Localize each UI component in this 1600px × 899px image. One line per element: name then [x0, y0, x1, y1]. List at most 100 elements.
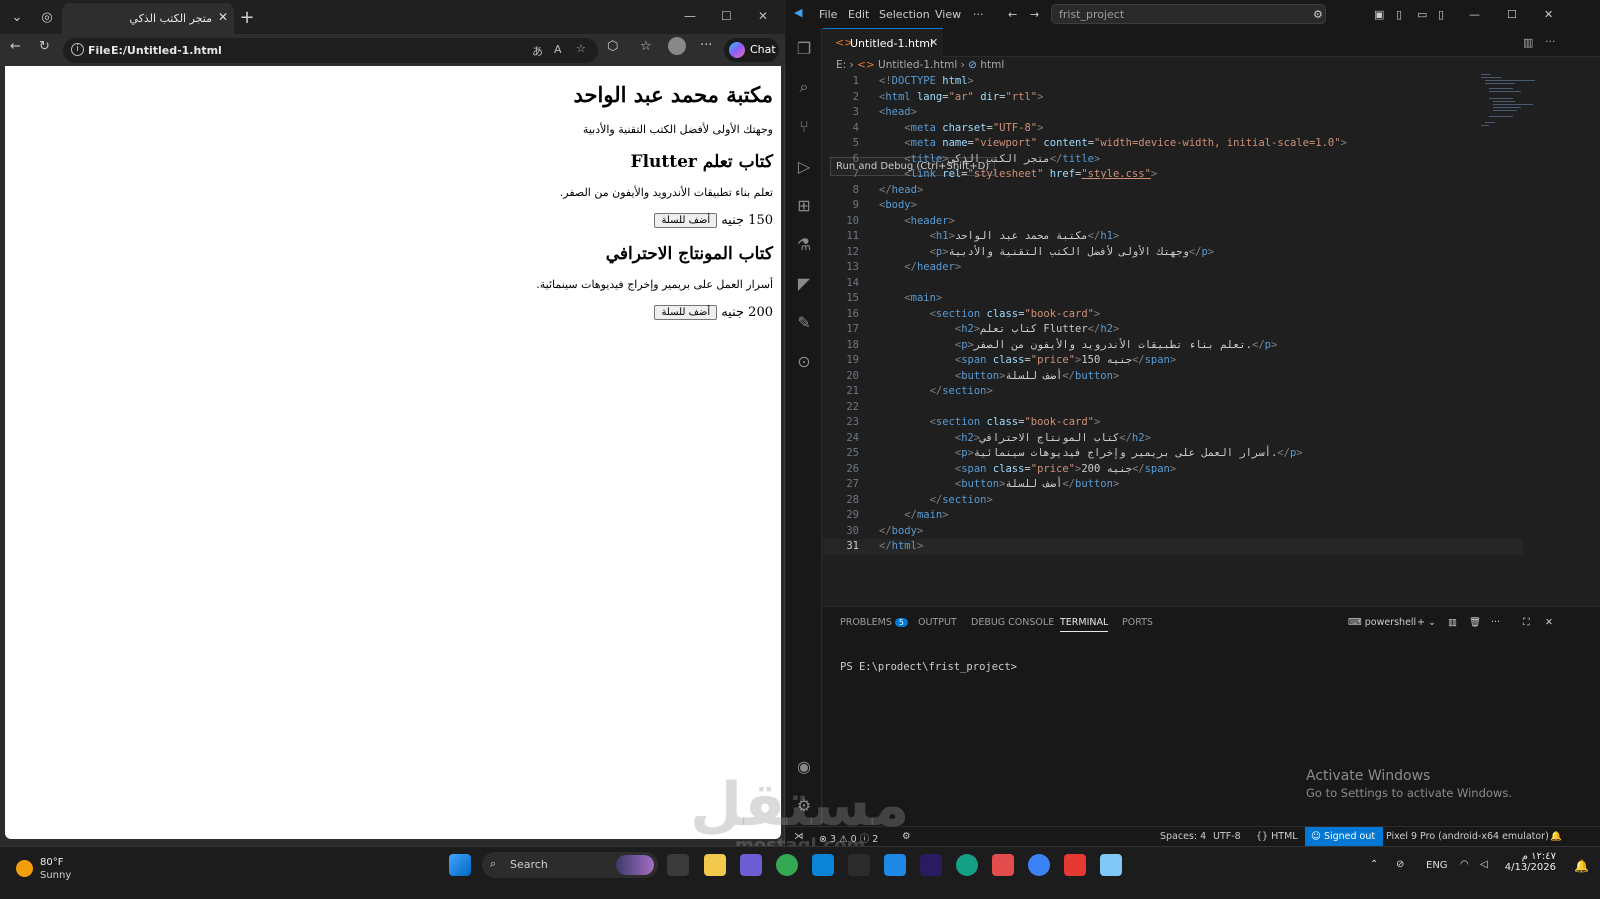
terminal-prompt[interactable]: PS E:\prodect\frist_project>: [840, 661, 1017, 673]
editor-more-icon[interactable]: ···: [1545, 35, 1556, 48]
encoding-status[interactable]: UTF-8: [1213, 831, 1241, 842]
split-editor-icon[interactable]: ▥: [1523, 36, 1533, 49]
chrome-icon[interactable]: [776, 854, 798, 876]
signed-out-status[interactable]: ☺ Signed out: [1305, 827, 1383, 846]
browser-tab-active[interactable]: متجر الكتب الذكي ✕: [62, 3, 234, 34]
testing-flask-icon[interactable]: ⚗: [794, 234, 814, 254]
search-icon[interactable]: ⌕: [794, 77, 814, 97]
notification-icon[interactable]: 🔔: [1574, 859, 1589, 873]
panel-tab-problems[interactable]: PROBLEMS 5: [840, 617, 908, 628]
nav-forward-icon[interactable]: →: [1030, 8, 1039, 21]
toggle-sidebar-icon[interactable]: ▯: [1396, 8, 1402, 21]
panel-tab-output[interactable]: OUTPUT: [918, 617, 957, 628]
breadcrumb-drive[interactable]: E:: [836, 59, 846, 71]
language-mode-status[interactable]: {} HTML: [1256, 831, 1298, 842]
favorites-icon[interactable]: ☆: [640, 39, 652, 54]
anydesk-icon[interactable]: [1064, 854, 1086, 876]
maximize-panel-icon[interactable]: ⛶: [1523, 617, 1530, 628]
vs-maximize-icon[interactable]: ☐: [1507, 8, 1517, 21]
vs-minimize-icon[interactable]: —: [1469, 8, 1480, 21]
menu-more[interactable]: ···: [973, 8, 984, 21]
explorer-icon[interactable]: ❐: [794, 38, 814, 58]
extensions-icon[interactable]: ⬡: [607, 39, 618, 54]
tray-chevron-icon[interactable]: ⌃: [1370, 859, 1378, 870]
task-view-icon[interactable]: [667, 854, 689, 876]
copilot-icon[interactable]: ⚙: [1313, 8, 1323, 21]
split-terminal-icon[interactable]: ▥: [1448, 617, 1457, 628]
toggle-panel-icon[interactable]: ▭: [1417, 8, 1427, 21]
toggle-secondary-sidebar-icon[interactable]: ▯: [1438, 8, 1444, 21]
minimize-icon[interactable]: —: [684, 9, 696, 23]
app-snip-icon[interactable]: [992, 854, 1014, 876]
android-emulator-icon[interactable]: [1100, 854, 1122, 876]
app-icon[interactable]: [740, 854, 762, 876]
menu-file[interactable]: File: [819, 8, 837, 21]
menu-edit[interactable]: Edit: [848, 8, 869, 21]
language-indicator[interactable]: ENG: [1426, 860, 1448, 871]
premiere-icon[interactable]: [920, 854, 942, 876]
store-icon[interactable]: [884, 854, 906, 876]
vscode-taskbar-icon[interactable]: [812, 854, 834, 876]
copilot-chat-button[interactable]: Chat: [724, 38, 779, 62]
taskbar-search[interactable]: ⌕ Search: [482, 852, 658, 878]
new-terminal-plus-icon[interactable]: + ⌄: [1417, 617, 1436, 628]
terminal-shell-selector[interactable]: ⌨ powershell: [1348, 617, 1416, 628]
file-explorer-icon[interactable]: [704, 854, 726, 876]
wifi-icon[interactable]: ◠: [1460, 859, 1469, 870]
refresh-icon[interactable]: ↻: [39, 39, 50, 54]
close-panel-icon[interactable]: ✕: [1545, 617, 1553, 628]
start-windows-icon[interactable]: [449, 854, 471, 876]
maximize-icon[interactable]: ☐: [721, 9, 732, 23]
tab-actions-chevron-icon[interactable]: ⌄: [6, 6, 28, 28]
kill-terminal-trash-icon[interactable]: 🗑: [1469, 617, 1481, 628]
nav-back-icon[interactable]: ←: [1008, 8, 1017, 21]
close-window-icon[interactable]: ✕: [758, 9, 768, 23]
breadcrumb-symbol[interactable]: html: [980, 59, 1004, 71]
taskbar-clock[interactable]: ١٢:٤٧ م 4/13/2026: [1500, 851, 1556, 873]
minimap[interactable]: [1481, 74, 1543, 134]
run-debug-icon[interactable]: ▷: [794, 156, 814, 176]
preview-eye-icon[interactable]: ⊙: [794, 351, 814, 371]
flutter-icon[interactable]: ◤: [794, 273, 814, 293]
more-menu-icon[interactable]: ···: [700, 38, 712, 53]
app-globe-icon[interactable]: [1028, 854, 1050, 876]
add-to-cart-button[interactable]: أضف للسلة: [654, 305, 718, 320]
book-price: 200 جنيه: [721, 305, 773, 320]
panel-more-icon[interactable]: ···: [1491, 617, 1500, 628]
command-center-search[interactable]: frist_project: [1051, 4, 1326, 24]
tab-close-icon[interactable]: ✕: [218, 10, 228, 24]
breadcrumb-file[interactable]: Untitled-1.html: [878, 59, 957, 71]
panel-tab-ports[interactable]: PORTS: [1122, 617, 1153, 628]
add-to-cart-button[interactable]: أضف للسلة: [654, 213, 718, 228]
device-status[interactable]: Pixel 9 Pro (android-x64 emulator): [1386, 831, 1549, 842]
sun-icon: [16, 860, 33, 877]
indentation-status[interactable]: Spaces: 4: [1160, 831, 1206, 842]
edge-icon[interactable]: [956, 854, 978, 876]
source-control-icon[interactable]: ⑂: [794, 116, 814, 136]
menu-selection[interactable]: Selection: [879, 8, 930, 21]
panel-tab-terminal[interactable]: TERMINAL: [1060, 617, 1109, 632]
workspaces-globe-icon[interactable]: ◎: [36, 6, 58, 28]
new-tab-plus-icon[interactable]: +: [236, 6, 258, 28]
editor-tab-untitled[interactable]: <> Untitled-1.html ✕: [823, 28, 943, 57]
read-aloud-icon[interactable]: A: [554, 43, 562, 56]
notifications-bell-icon[interactable]: 🔔: [1550, 831, 1562, 842]
network-off-icon[interactable]: ⊘: [1396, 859, 1404, 870]
url-text[interactable]: E:/Untitled-1.html: [111, 44, 222, 57]
extensions-icon[interactable]: ⊞: [794, 195, 814, 215]
profile-avatar[interactable]: [668, 37, 686, 55]
editor-tab-close-icon[interactable]: ✕: [929, 36, 938, 49]
favorite-star-icon[interactable]: ☆: [576, 42, 586, 55]
translate-icon[interactable]: あ: [532, 43, 543, 59]
vs-close-icon[interactable]: ✕: [1544, 8, 1553, 21]
pen-icon[interactable]: ✎: [794, 312, 814, 332]
layout-customize-icon[interactable]: ▣: [1374, 8, 1384, 21]
site-info-icon[interactable]: i: [71, 43, 84, 56]
back-arrow-icon[interactable]: ←: [10, 39, 21, 54]
address-bar[interactable]: i File E:/Untitled-1.html あ A ☆: [63, 38, 598, 63]
menu-view[interactable]: View: [935, 8, 961, 21]
panel-tab-debug-console[interactable]: DEBUG CONSOLE: [971, 617, 1054, 628]
code-editor[interactable]: 1 <!DOCTYPE html> 2 <html lang="ar" dir="r…: [823, 74, 1523, 555]
volume-icon[interactable]: ◁: [1480, 859, 1488, 870]
app-a-icon[interactable]: [848, 854, 870, 876]
